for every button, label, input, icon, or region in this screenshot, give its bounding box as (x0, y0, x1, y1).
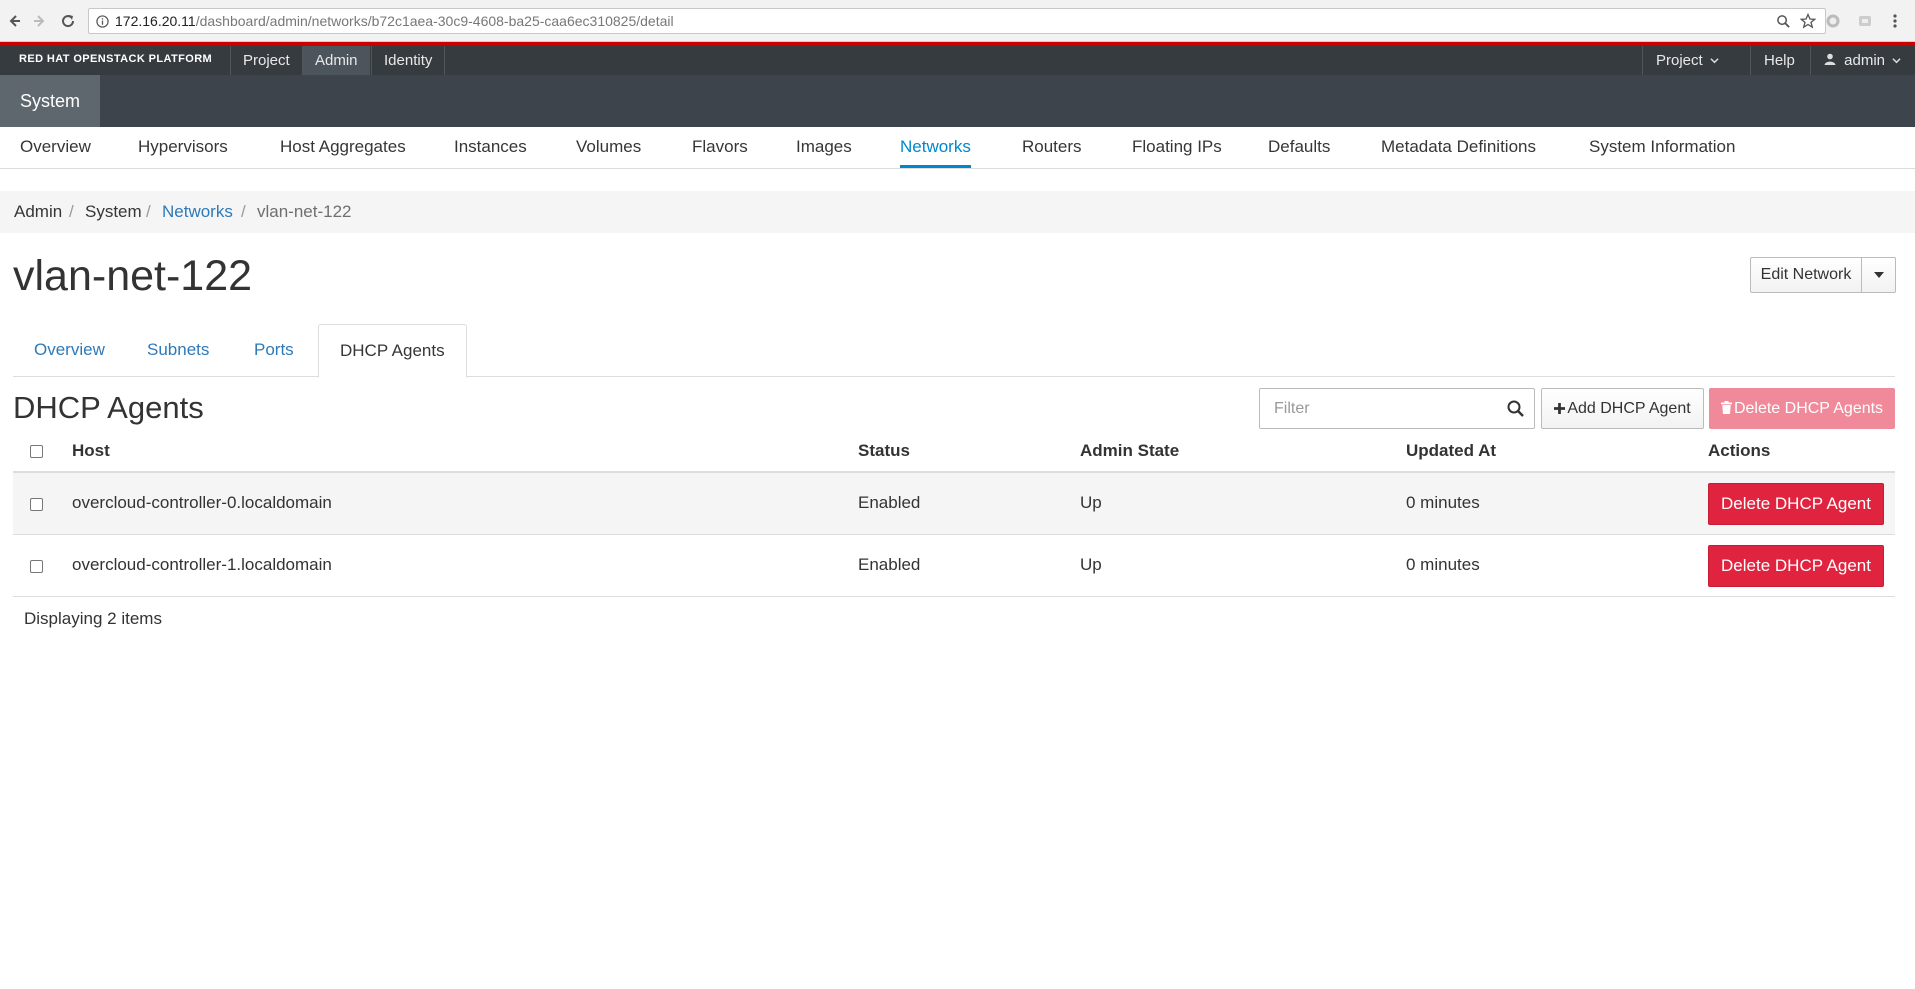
table-row: overcloud-controller-1.localdomain Enabl… (13, 535, 1895, 597)
menu-images[interactable]: Images (796, 127, 852, 168)
menu-overview[interactable]: Overview (20, 127, 91, 168)
menu-instances[interactable]: Instances (454, 127, 527, 168)
info-icon[interactable] (96, 15, 109, 28)
extension-square-icon[interactable] (1855, 11, 1875, 31)
help-link[interactable]: Help (1750, 46, 1808, 75)
add-dhcp-agent-button[interactable]: Add DHCP Agent (1541, 388, 1704, 429)
select-all-checkbox[interactable] (30, 445, 43, 458)
table-header: Host Status Admin State Updated At Actio… (13, 435, 1895, 473)
user-dropdown[interactable]: admin (1810, 46, 1914, 75)
menu-system-information[interactable]: System Information (1589, 127, 1735, 168)
chevron-down-icon (1710, 58, 1719, 64)
row-checkbox[interactable] (30, 560, 43, 573)
tab-subnets[interactable]: Subnets (126, 324, 230, 377)
top-navbar: RED HAT OPENSTACK PLATFORM Project Admin… (0, 42, 1915, 75)
topnav-identity[interactable]: Identity (371, 46, 446, 75)
menu-defaults[interactable]: Defaults (1268, 127, 1330, 168)
delete-dhcp-agent-button[interactable]: Delete DHCP Agent (1708, 483, 1884, 525)
browser-toolbar: 172.16.20.11/dashboard/admin/networks/b7… (0, 0, 1915, 42)
detail-tabs: Overview Subnets Ports DHCP Agents (13, 324, 1895, 378)
add-dhcp-agent-label: Add DHCP Agent (1567, 400, 1691, 417)
user-icon (1824, 53, 1836, 65)
search-icon[interactable] (1506, 399, 1526, 419)
menu-host-aggregates[interactable]: Host Aggregates (280, 127, 406, 168)
topnav-admin[interactable]: Admin (302, 46, 370, 75)
cell-updated-at: 0 minutes (1406, 493, 1480, 512)
delete-dhcp-agents-button[interactable]: Delete DHCP Agents (1709, 388, 1895, 429)
breadcrumb-networks[interactable]: Networks (162, 202, 233, 222)
menu-volumes[interactable]: Volumes (576, 127, 641, 168)
actions-dropdown-toggle[interactable] (1861, 257, 1896, 293)
cell-host: overcloud-controller-0.localdomain (72, 493, 332, 512)
brand-logo[interactable]: RED HAT OPENSTACK PLATFORM (19, 53, 212, 65)
column-updated-at[interactable]: Updated At (1406, 441, 1496, 461)
filter-field (1259, 388, 1535, 429)
column-status[interactable]: Status (858, 441, 910, 461)
delete-dhcp-agent-button[interactable]: Delete DHCP Agent (1708, 545, 1884, 587)
admin-system-menu: Overview Hypervisors Host Aggregates Ins… (0, 127, 1915, 169)
delete-dhcp-agents-label: Delete DHCP Agents (1733, 400, 1884, 417)
reload-icon[interactable] (58, 10, 78, 32)
chevron-down-icon (1892, 58, 1901, 64)
column-host[interactable]: Host (72, 441, 110, 461)
item-count: Displaying 2 items (24, 609, 162, 628)
plus-icon (1554, 403, 1566, 414)
cell-admin-state: Up (1080, 555, 1102, 574)
cell-updated-at: 0 minutes (1406, 555, 1480, 574)
url-text: 172.16.20.11/dashboard/admin/networks/b7… (115, 13, 674, 29)
menu-metadata-definitions[interactable]: Metadata Definitions (1381, 127, 1536, 168)
address-bar[interactable]: 172.16.20.11/dashboard/admin/networks/b7… (88, 8, 1826, 34)
breadcrumb-system: System (85, 202, 142, 221)
breadcrumb-separator: / (69, 202, 74, 221)
breadcrumb-admin: Admin (14, 202, 63, 221)
menu-flavors[interactable]: Flavors (692, 127, 748, 168)
extension-circle-icon[interactable] (1823, 11, 1843, 31)
table-row: overcloud-controller-0.localdomain Enabl… (13, 473, 1895, 535)
menu-routers[interactable]: Routers (1022, 127, 1082, 168)
tab-dhcp-agents[interactable]: DHCP Agents (318, 324, 467, 378)
cell-host: overcloud-controller-1.localdomain (72, 555, 332, 574)
zoom-icon[interactable] (1776, 14, 1791, 29)
tab-ports[interactable]: Ports (233, 324, 315, 377)
row-checkbox[interactable] (30, 498, 43, 511)
back-arrow-icon[interactable] (4, 10, 24, 32)
topnav-project[interactable]: Project (230, 46, 302, 75)
bookmark-star-icon[interactable] (1800, 13, 1816, 29)
breadcrumb-separator: / (146, 202, 151, 221)
user-name: admin (1844, 52, 1886, 69)
menu-networks[interactable]: Networks (900, 127, 971, 168)
breadcrumb-separator: / (241, 202, 246, 221)
browser-menu-icon[interactable] (1885, 11, 1905, 31)
system-tab[interactable]: System (0, 75, 100, 127)
filter-input[interactable] (1260, 389, 1500, 428)
breadcrumb-current: vlan-net-122 (257, 202, 352, 221)
page-title: vlan-net-122 (13, 252, 253, 300)
tab-overview[interactable]: Overview (13, 324, 126, 377)
column-admin-state[interactable]: Admin State (1080, 441, 1179, 461)
project-dropdown-label: Project (1656, 52, 1703, 69)
forward-arrow-icon[interactable] (30, 10, 50, 32)
caret-down-icon (1873, 272, 1884, 278)
secondary-navbar: System (0, 75, 1915, 127)
cell-status: Enabled (858, 493, 921, 512)
project-dropdown[interactable]: Project (1642, 46, 1732, 75)
breadcrumb: Admin / System / Networks / vlan-net-122 (0, 191, 1915, 233)
column-actions: Actions (1708, 441, 1771, 460)
edit-network-button[interactable]: Edit Network (1750, 257, 1862, 293)
menu-hypervisors[interactable]: Hypervisors (138, 127, 228, 168)
cell-admin-state: Up (1080, 493, 1102, 512)
menu-floating-ips[interactable]: Floating IPs (1132, 127, 1222, 168)
trash-icon (1720, 401, 1732, 414)
section-title: DHCP Agents (13, 390, 204, 425)
cell-status: Enabled (858, 555, 921, 574)
